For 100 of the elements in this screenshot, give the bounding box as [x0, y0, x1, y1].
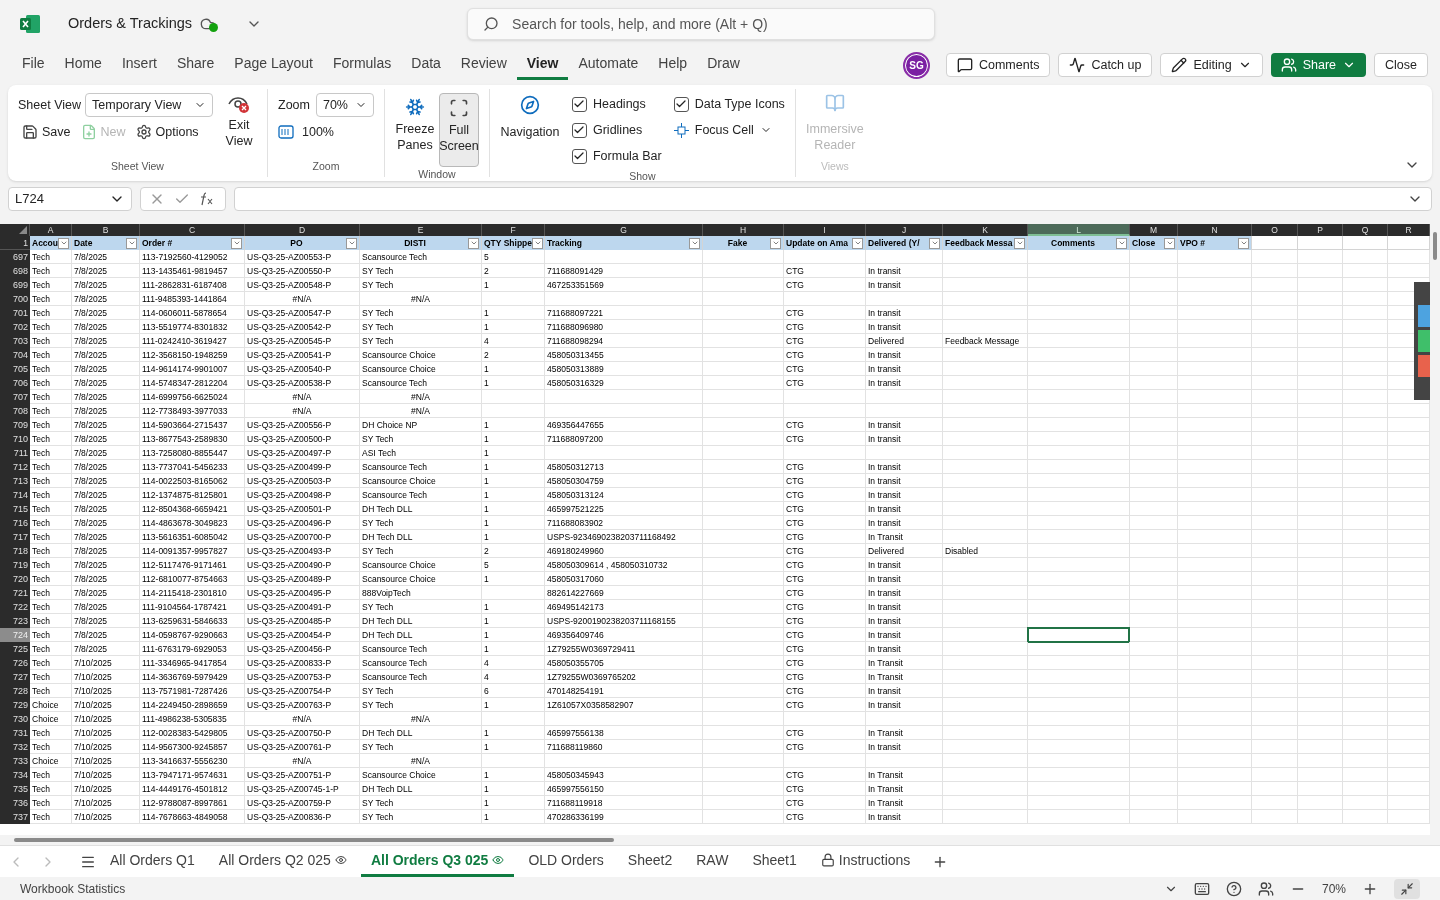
menu-tab[interactable]: Help: [648, 50, 698, 80]
column-header[interactable]: P: [1298, 224, 1343, 236]
column-header[interactable]: Q: [1343, 224, 1388, 236]
row-number[interactable]: 705: [0, 362, 30, 376]
menu-tab[interactable]: Formulas: [322, 50, 402, 80]
row-number[interactable]: 728: [0, 684, 30, 698]
row-number[interactable]: 699: [0, 278, 30, 292]
row-number[interactable]: 702: [0, 320, 30, 334]
filter-button[interactable]: [1014, 237, 1025, 249]
row-number[interactable]: 706: [0, 376, 30, 390]
column-header[interactable]: O: [1252, 224, 1298, 236]
row-number[interactable]: 718: [0, 544, 30, 558]
exit-full-screen-button[interactable]: [1394, 878, 1420, 899]
filter-button[interactable]: [58, 237, 69, 249]
ribbon-button[interactable]: Save: [22, 123, 71, 142]
row-number[interactable]: 720: [0, 572, 30, 586]
row-number[interactable]: 700: [0, 292, 30, 306]
row-number[interactable]: 714: [0, 488, 30, 502]
zoom-dropdown[interactable]: 70%: [315, 93, 374, 117]
row-number[interactable]: 734: [0, 768, 30, 782]
horizontal-scrollbar[interactable]: [0, 835, 1440, 845]
filter-button[interactable]: [346, 237, 357, 249]
filter-button[interactable]: [231, 237, 242, 249]
sheet-tab[interactable]: All Orders Q2 025: [208, 846, 357, 877]
filter-button[interactable]: [468, 237, 479, 249]
row-number[interactable]: 731: [0, 726, 30, 740]
row-number[interactable]: 729: [0, 698, 30, 712]
row-number[interactable]: 710: [0, 432, 30, 446]
keyboard-icon[interactable]: [1193, 880, 1210, 897]
row-number[interactable]: 698: [0, 264, 30, 278]
menu-tab[interactable]: Automate: [568, 50, 649, 80]
row-number[interactable]: 723: [0, 614, 30, 628]
close-button[interactable]: Close: [1374, 53, 1428, 77]
checkbox[interactable]: Headings: [571, 91, 662, 117]
row-number[interactable]: 736: [0, 796, 30, 810]
menu-tab[interactable]: Draw: [697, 50, 750, 80]
row-number[interactable]: 721: [0, 586, 30, 600]
row-number[interactable]: 733: [0, 754, 30, 768]
column-header[interactable]: L: [1028, 224, 1130, 236]
filter-button[interactable]: [689, 237, 700, 249]
help-icon[interactable]: [1225, 880, 1242, 897]
row-number[interactable]: 735: [0, 782, 30, 796]
row-number[interactable]: 709: [0, 418, 30, 432]
checkbox[interactable]: Data Type Icons: [673, 91, 785, 117]
editing-button[interactable]: Editing: [1160, 53, 1263, 77]
sheet-tab[interactable]: Sheet1: [742, 846, 807, 877]
ribbon-button[interactable]: Options: [135, 123, 199, 142]
sheet-view-dropdown[interactable]: Temporary View: [85, 93, 213, 117]
focus-cell-dropdown[interactable]: Focus Cell: [673, 117, 785, 143]
sheet-tab[interactable]: Sheet2: [617, 846, 683, 877]
row-number[interactable]: 715: [0, 502, 30, 516]
zoom-level[interactable]: 70%: [1321, 879, 1346, 898]
zoom-100-button[interactable]: 100%: [278, 123, 374, 142]
filter-button[interactable]: [1164, 237, 1175, 249]
filter-button[interactable]: [126, 237, 137, 249]
menu-tab[interactable]: File: [12, 50, 55, 80]
menu-tab[interactable]: Review: [450, 50, 517, 80]
sheet-tab[interactable]: RAW: [686, 846, 739, 877]
filter-button[interactable]: [770, 237, 781, 249]
row-number[interactable]: 727: [0, 670, 30, 684]
window-button[interactable]: Freeze Panes: [394, 93, 435, 167]
sheet-tab[interactable]: Instructions: [810, 846, 921, 877]
menu-tab[interactable]: Data: [401, 50, 451, 80]
checkbox[interactable]: Gridlines: [571, 117, 662, 143]
sheet-tab[interactable]: OLD Orders: [518, 846, 614, 877]
row-number[interactable]: 1: [0, 236, 30, 250]
row-number[interactable]: 732: [0, 740, 30, 754]
formula-field[interactable]: [234, 187, 1432, 211]
navigation-button[interactable]: Navigation: [499, 91, 560, 169]
workbook-statistics[interactable]: Workbook Statistics: [20, 879, 126, 898]
row-number[interactable]: 707: [0, 390, 30, 404]
menu-tab[interactable]: Insert: [111, 50, 167, 80]
side-panel-drawing[interactable]: [1414, 282, 1430, 400]
row-number[interactable]: 726: [0, 656, 30, 670]
people-icon[interactable]: [1257, 880, 1274, 897]
row-number[interactable]: 711: [0, 446, 30, 460]
user-avatar[interactable]: SG: [902, 51, 930, 79]
share-button[interactable]: Share: [1270, 53, 1367, 77]
row-number[interactable]: 708: [0, 404, 30, 418]
row-number[interactable]: 701: [0, 306, 30, 320]
search-field[interactable]: Search for tools, help, and more (Alt + Q): [467, 8, 936, 40]
row-number[interactable]: 725: [0, 642, 30, 656]
row-number[interactable]: 704: [0, 348, 30, 362]
name-box[interactable]: L724: [8, 187, 132, 211]
filter-button[interactable]: [1238, 237, 1249, 249]
sheet-tab[interactable]: All Orders Q1: [100, 846, 205, 877]
menu-tab[interactable]: Page Layout: [224, 50, 323, 80]
exit-view-button[interactable]: Exit View: [221, 93, 257, 149]
comments-button[interactable]: Comments: [945, 53, 1051, 77]
catchup-button[interactable]: Catch up: [1058, 53, 1153, 77]
filter-button[interactable]: [852, 237, 863, 249]
row-number[interactable]: 719: [0, 558, 30, 572]
row-number[interactable]: 716: [0, 516, 30, 530]
row-number[interactable]: 737: [0, 810, 30, 824]
menu-tab[interactable]: View: [516, 50, 569, 80]
filter-button[interactable]: [532, 237, 544, 249]
row-number[interactable]: 722: [0, 600, 30, 614]
row-number[interactable]: 730: [0, 712, 30, 726]
row-number[interactable]: 717: [0, 530, 30, 544]
filter-button[interactable]: [929, 237, 940, 249]
